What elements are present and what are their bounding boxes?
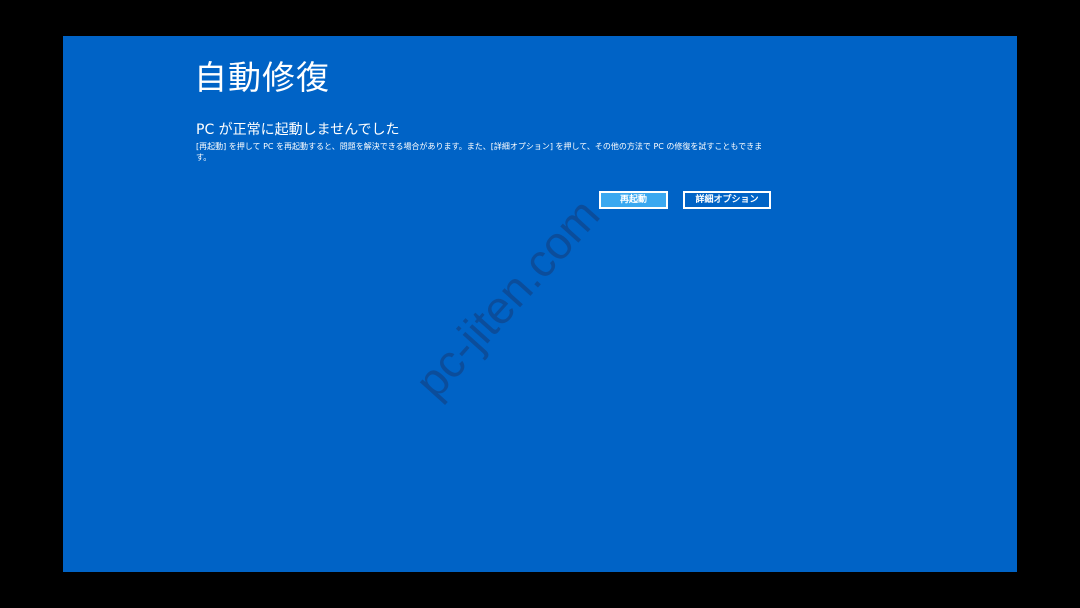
restart-button[interactable]: 再起動: [599, 191, 668, 209]
watermark: pc-jiten.com: [404, 188, 610, 408]
recovery-screen: 自動修復 PC が正常に起動しませんでした [再起動] を押して PC を再起動…: [63, 36, 1017, 572]
page-title: 自動修復: [194, 58, 330, 97]
error-heading: PC が正常に起動しませんでした: [196, 122, 400, 138]
error-description: [再起動] を押して PC を再起動すると、問題を解決できる場合があります。また…: [196, 142, 763, 162]
advanced-options-button[interactable]: 詳細オプション: [683, 191, 771, 209]
